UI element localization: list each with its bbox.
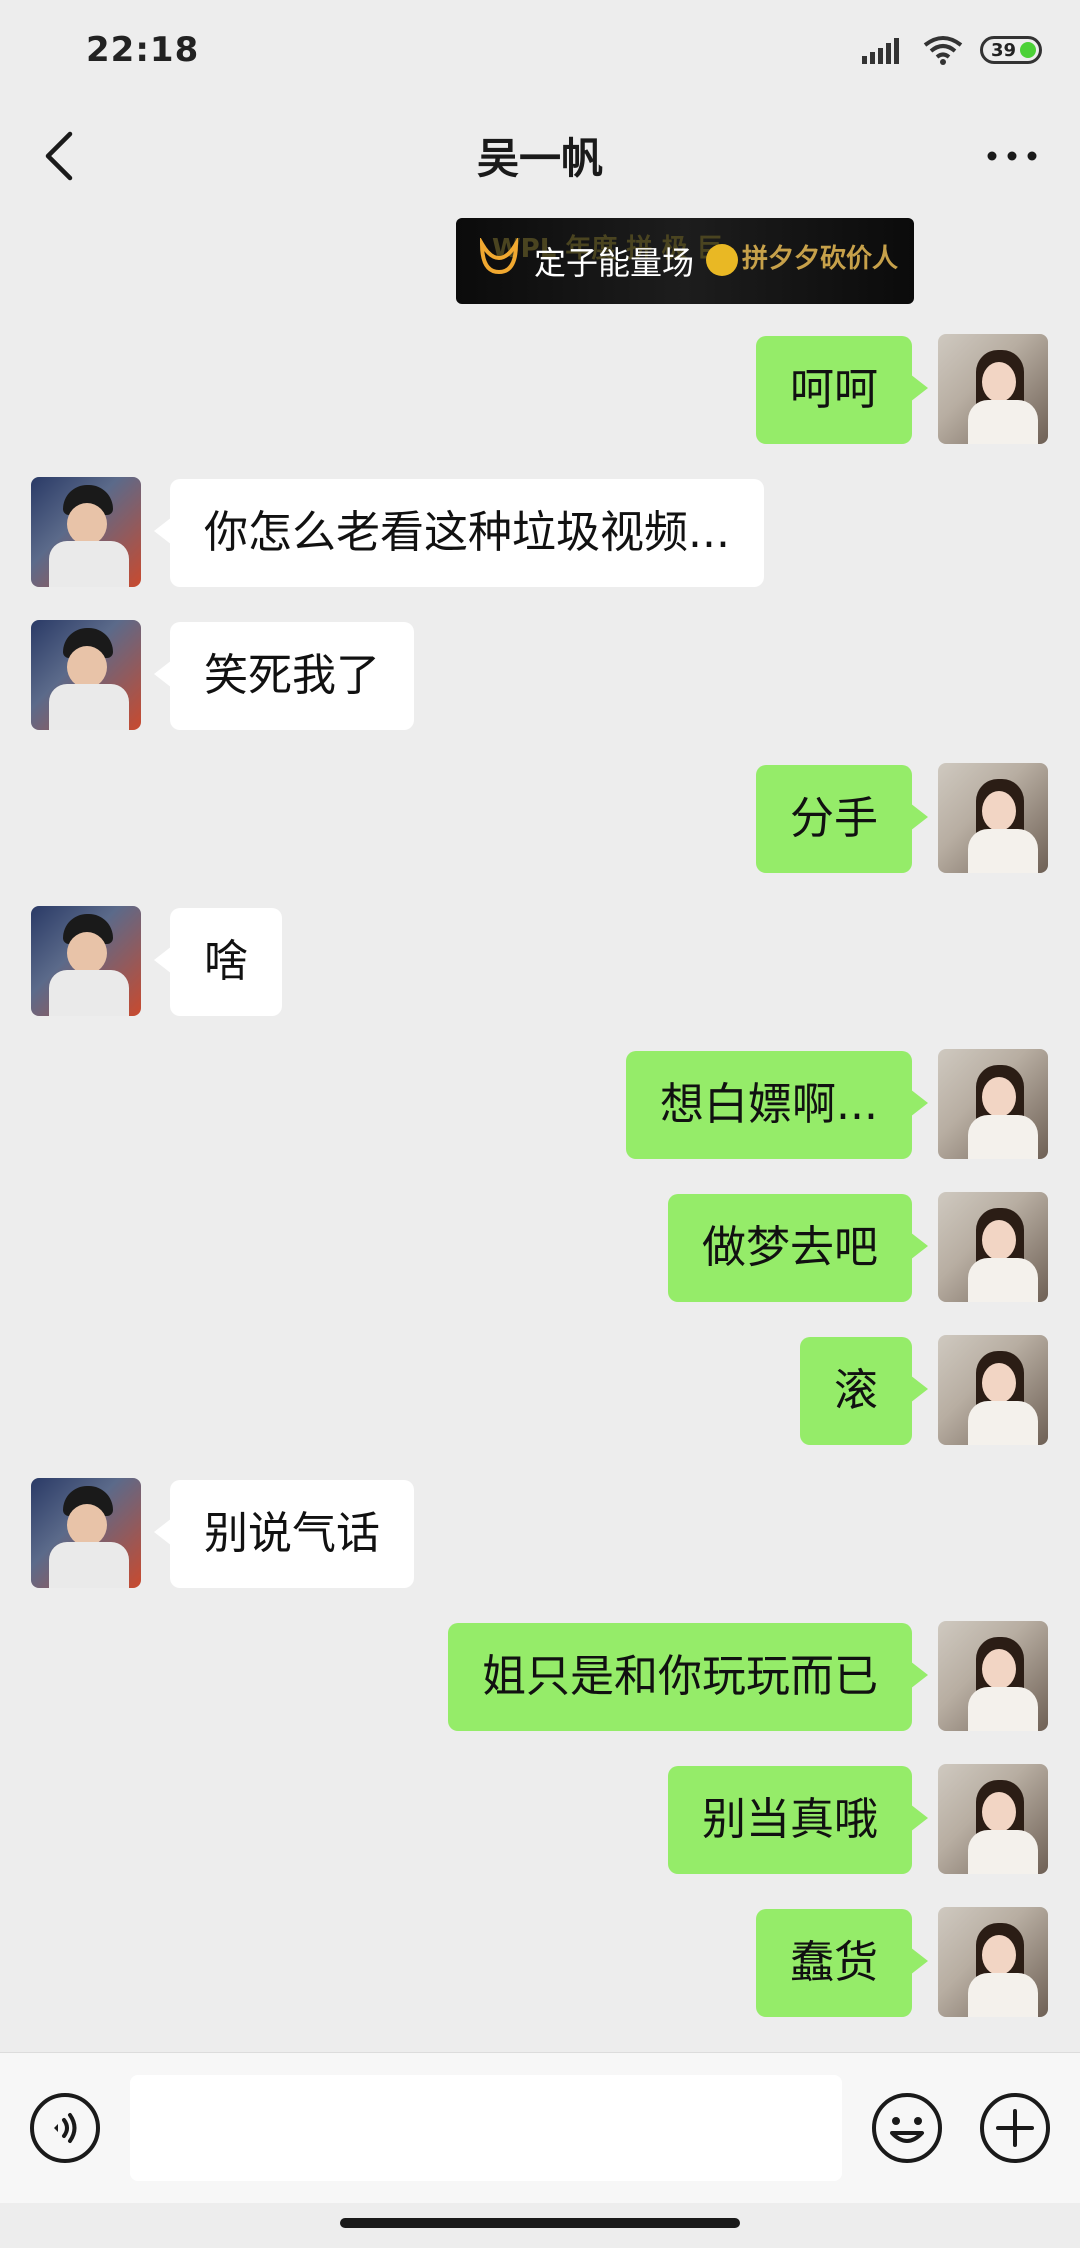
message-row: 想白嫖啊... [0,1049,1080,1161]
self-avatar[interactable] [938,334,1048,444]
chat-messages: 呵呵 你怎么老看这种垃圾视频... 笑死我了 分手 啥 想白嫖啊... 做梦去吧… [0,0,1080,2048]
contact-avatar[interactable] [31,477,141,587]
contact-message-bubble[interactable]: 笑死我了 [154,622,414,730]
message-input[interactable] [130,2075,842,2181]
plus-icon[interactable] [978,2091,1052,2165]
contact-avatar[interactable] [31,620,141,730]
self-avatar[interactable] [938,1192,1048,1302]
message-row: 别当真哦 [0,1764,1080,1876]
home-indicator[interactable] [340,2218,740,2228]
contact-avatar[interactable] [31,906,141,1016]
self-message-bubble[interactable]: 做梦去吧 [668,1194,928,1302]
self-message-bubble[interactable]: 蠢货 [756,1909,928,2017]
self-message-bubble[interactable]: 呵呵 [756,336,928,444]
message-row: 啥 [0,906,1080,1018]
self-message-bubble[interactable]: 滚 [800,1337,928,1445]
contact-avatar[interactable] [31,1478,141,1588]
voice-icon[interactable] [28,2091,102,2165]
message-row: 姐只是和你玩玩而已 [0,1621,1080,1733]
message-row: 分手 [0,763,1080,875]
contact-message-bubble[interactable]: 别说气话 [154,1480,414,1588]
self-avatar[interactable] [938,1764,1048,1874]
battery-level: 39 [991,39,1017,61]
message-row: 滚 [0,1335,1080,1447]
message-row: 呵呵 [0,334,1080,446]
message-row: 笑死我了 [0,620,1080,732]
emoji-icon[interactable] [870,2091,944,2165]
self-message-bubble[interactable]: 想白嫖啊... [626,1051,928,1159]
message-row: 别说气话 [0,1478,1080,1590]
message-row: 做梦去吧 [0,1192,1080,1304]
self-avatar[interactable] [938,1335,1048,1445]
self-avatar[interactable] [938,1621,1048,1731]
message-row: 蠢货 [0,1907,1080,2019]
self-message-bubble[interactable]: 姐只是和你玩玩而已 [448,1623,928,1731]
contact-message-bubble[interactable]: 你怎么老看这种垃圾视频... [154,479,764,587]
self-avatar[interactable] [938,763,1048,873]
self-avatar[interactable] [938,1907,1048,2017]
self-message-bubble[interactable]: 别当真哦 [668,1766,928,1874]
self-avatar[interactable] [938,1049,1048,1159]
contact-message-bubble[interactable]: 啥 [154,908,282,1016]
self-message-bubble[interactable]: 分手 [756,765,928,873]
message-row: 你怎么老看这种垃圾视频... [0,477,1080,589]
input-bar [0,2052,1080,2203]
